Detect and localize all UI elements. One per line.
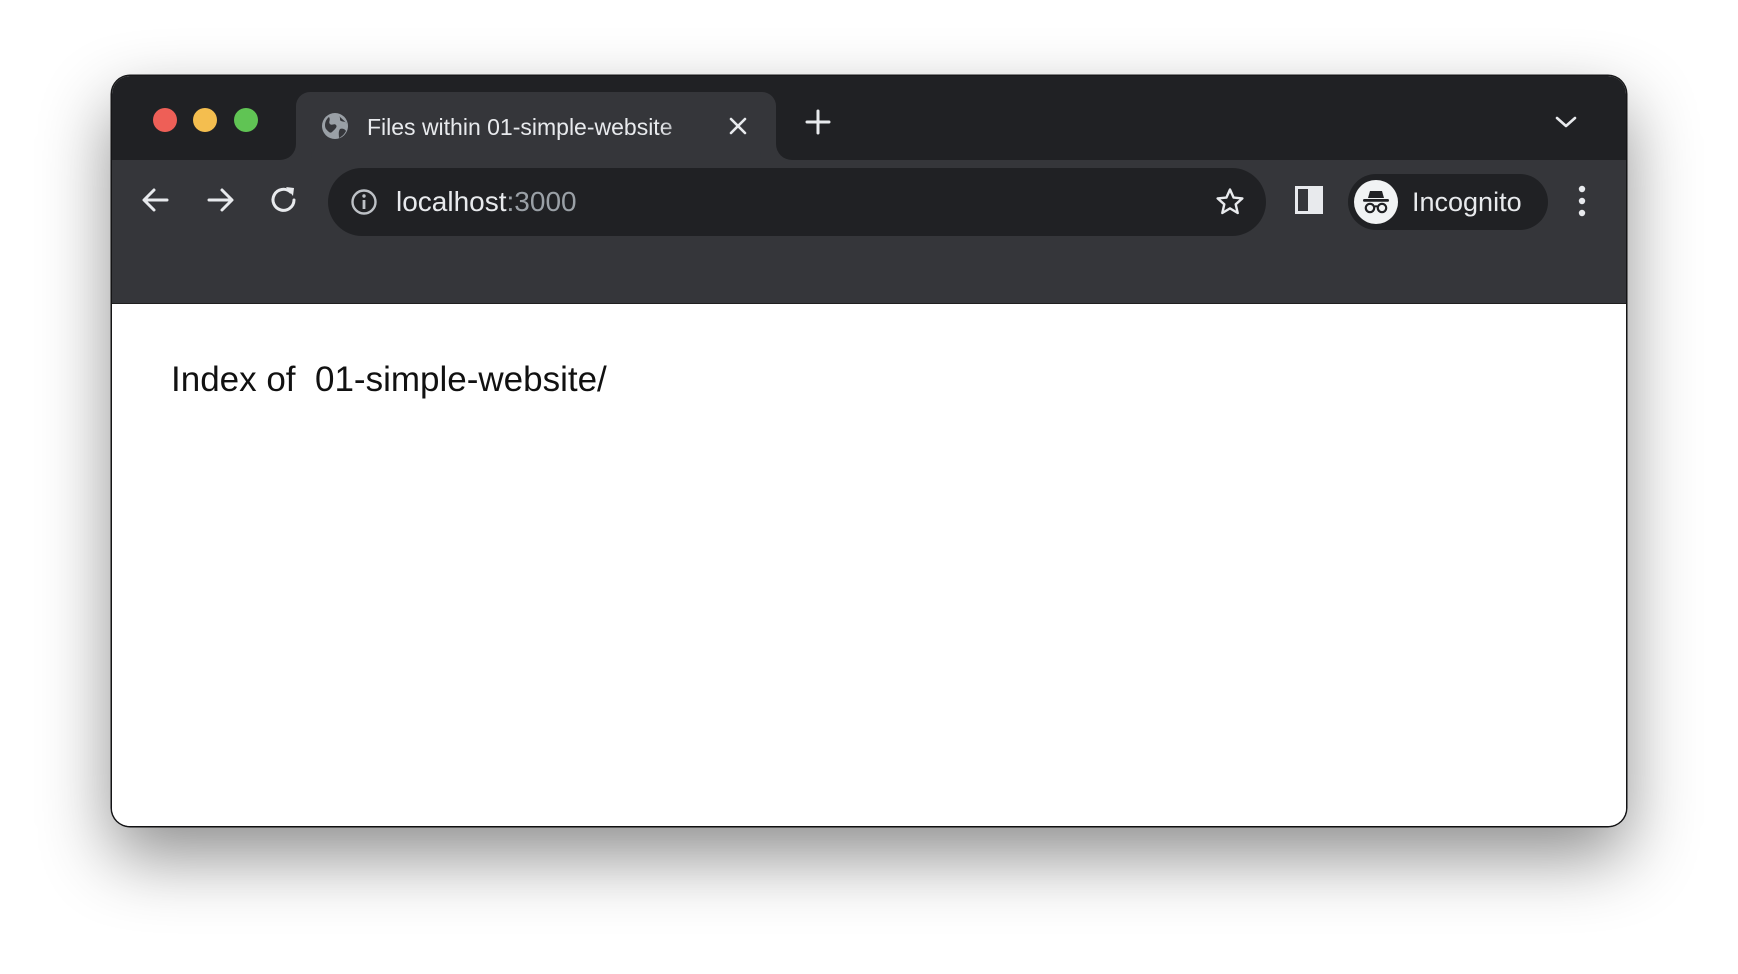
globe-icon [322, 113, 348, 139]
tab-title: Files within 01-simple-website [367, 114, 673, 140]
profile-chip[interactable]: Incognito [1348, 174, 1548, 230]
reload-icon[interactable] [267, 183, 301, 217]
close-icon[interactable] [726, 114, 750, 138]
profile-label: Incognito [1412, 187, 1522, 217]
desktop-stage: Files within 01-simple-website localhost… [0, 0, 1738, 974]
browser-window: Files within 01-simple-website localhost… [112, 76, 1626, 826]
star-icon[interactable] [1214, 186, 1246, 218]
chevron-down-icon[interactable] [1554, 114, 1578, 130]
tab-active[interactable]: Files within 01-simple-website [296, 92, 776, 160]
page-title: Index of 01-simple-website/ [171, 360, 607, 399]
tab-strip: Files within 01-simple-website [112, 76, 1626, 160]
side-panel-icon[interactable] [1294, 185, 1324, 215]
arrow-right-icon[interactable] [203, 183, 237, 217]
arrow-left-icon[interactable] [139, 183, 173, 217]
page-content: Index of 01-simple-website/ [112, 303, 1626, 826]
window-maximize-button[interactable] [234, 108, 258, 132]
kebab-menu-icon[interactable] [1574, 182, 1590, 220]
window-minimize-button[interactable] [193, 108, 217, 132]
browser-toolbar: localhost:3000 Incognito [112, 160, 1626, 303]
address-bar[interactable]: localhost:3000 [328, 168, 1266, 236]
new-tab-button[interactable] [804, 108, 832, 136]
info-icon[interactable] [350, 188, 378, 216]
incognito-icon [1354, 180, 1398, 224]
url-text[interactable]: localhost:3000 [396, 184, 577, 220]
url-port: :3000 [506, 186, 577, 217]
window-close-button[interactable] [153, 108, 177, 132]
url-host: localhost [396, 186, 507, 217]
